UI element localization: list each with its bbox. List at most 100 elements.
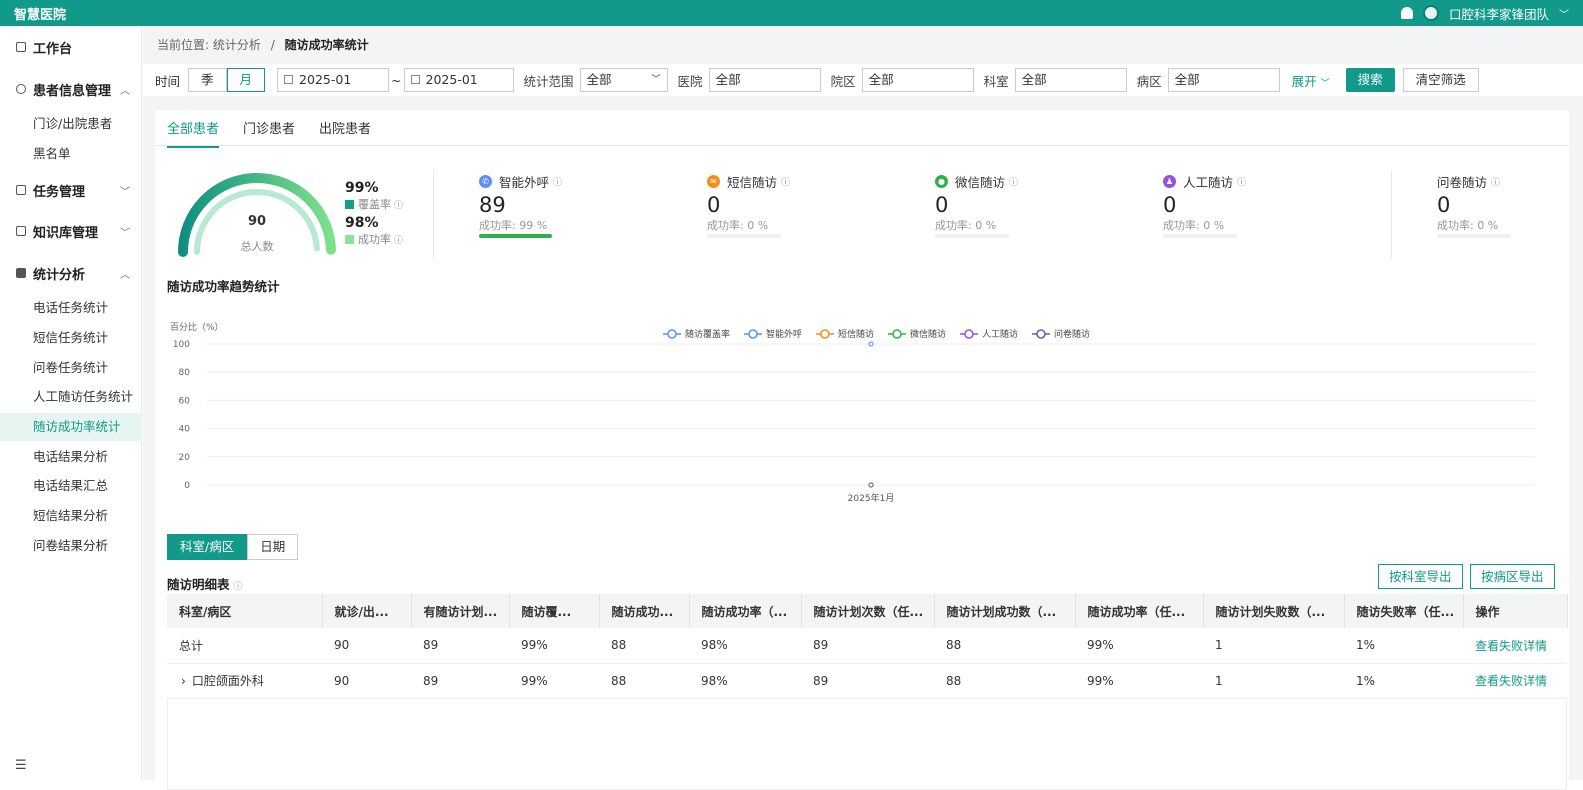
sidebar-item-sms-analysis[interactable]: 短信结果分析 xyxy=(0,502,142,530)
menu-collapse-icon[interactable]: ☰ xyxy=(15,758,27,773)
table-cell: 99% xyxy=(1075,628,1203,664)
legend-marker xyxy=(667,329,677,339)
view-failure-link[interactable]: 查看失败详情 xyxy=(1463,663,1567,699)
y-tick-label: 40 xyxy=(179,425,191,435)
sidebar-item-call-task[interactable]: 电话任务统计 xyxy=(0,294,142,322)
legend-label: 微信随访 xyxy=(910,328,946,340)
help-icon[interactable]: ⓘ xyxy=(553,175,562,188)
breadcrumb-current: 随访成功率统计 xyxy=(284,38,369,52)
date-from-input[interactable]: 2025-01 xyxy=(277,68,390,92)
expand-label: 展开 xyxy=(1291,73,1317,89)
chevron-down-icon[interactable]: ﹀ xyxy=(1559,6,1569,21)
campus-select[interactable]: 全部 xyxy=(861,68,974,92)
bell-icon[interactable] xyxy=(1400,7,1413,19)
tab-all-patients[interactable]: 全部患者 xyxy=(167,118,220,148)
legend-marker xyxy=(820,329,830,339)
sidebar-group-patient[interactable]: 患者信息管理 ︿ xyxy=(0,78,142,100)
table-row: 总计 90 89 99% 88 98% 89 88 99% 1 1% 查看失败详… xyxy=(167,628,1567,664)
legend-marker xyxy=(964,329,974,339)
help-icon[interactable]: ⓘ xyxy=(781,175,790,188)
sidebar-item-survey-task[interactable]: 问卷任务统计 xyxy=(0,354,142,382)
column-header[interactable]: 随访覆... xyxy=(509,594,600,628)
legend-marker xyxy=(1036,329,1046,339)
help-icon[interactable]: ⓘ xyxy=(1491,175,1500,188)
sidebar-item-call-summary[interactable]: 电话结果汇总 xyxy=(0,472,142,500)
ward-select[interactable]: 全部 xyxy=(1167,68,1280,92)
view-option-date[interactable]: 日期 xyxy=(247,534,299,560)
metric-value: 89 xyxy=(479,193,506,217)
detail-view-toggle: 科室/病区 日期 xyxy=(167,534,299,560)
sidebar-group-task[interactable]: 任务管理 ﹀ xyxy=(0,179,142,201)
table-cell: 89 xyxy=(411,628,509,664)
search-button[interactable]: 搜索 xyxy=(1345,68,1395,92)
coverage-label: 覆盖率 xyxy=(358,198,391,211)
sidebar-item-sms-task[interactable]: 短信任务统计 xyxy=(0,324,142,352)
chevron-down-icon: ﹀ xyxy=(120,228,130,239)
breadcrumb-parent[interactable]: 统计分析 xyxy=(213,38,261,52)
tab-outpatient[interactable]: 门诊患者 xyxy=(243,118,295,148)
data-point xyxy=(868,482,874,488)
ward-value: 全部 xyxy=(1174,72,1200,87)
sidebar-group-knowledge[interactable]: 知识库管理 ﹀ xyxy=(0,220,142,242)
column-header: 随访成功率（任... xyxy=(1075,594,1204,628)
help-icon[interactable]: ⓘ xyxy=(1237,175,1246,188)
metric-smart-call: ✆ 智能外呼 ⓘ 89 成功率: 99 % xyxy=(479,172,562,238)
metric-name: 智能外呼 xyxy=(499,175,550,190)
sidebar-item-survey-analysis[interactable]: 问卷结果分析 xyxy=(0,532,142,560)
column-header[interactable]: 就诊/出... xyxy=(322,594,412,628)
table-header: 科室/病区 就诊/出... 有随访计划... 随访覆... 随访成功... 随访… xyxy=(167,594,1568,628)
hospital-select[interactable]: 全部 xyxy=(708,68,821,92)
sidebar-group-stats[interactable]: 统计分析 ︿ xyxy=(0,262,142,284)
trend-chart: 百分比（%） 0 20 40 60 80 100 2025年1月 随访覆盖率 智能外呼 短信随访 微信… xyxy=(170,321,1535,504)
chevron-right-icon[interactable]: › xyxy=(181,674,186,688)
tab-divider xyxy=(155,145,1569,146)
help-icon[interactable]: ⓘ xyxy=(394,198,403,211)
sidebar-item-manual-task[interactable]: 人工随访任务统计 xyxy=(0,383,142,411)
time-option-quarter[interactable]: 季 xyxy=(188,68,227,92)
dept-value: 全部 xyxy=(1021,72,1047,87)
user-name[interactable]: 口腔科李家锋团队 xyxy=(1449,4,1549,23)
tab-discharged[interactable]: 出院患者 xyxy=(319,118,371,148)
legend-label: 智能外呼 xyxy=(766,328,802,340)
export-by-dept-button[interactable]: 按科室导出 xyxy=(1378,564,1463,589)
hospital-label: 医院 xyxy=(677,73,703,89)
column-header: 随访计划次数（任... xyxy=(801,594,935,628)
sidebar-item-blacklist[interactable]: 黑名单 xyxy=(0,140,142,168)
legend-label: 随访覆盖率 xyxy=(685,328,730,340)
column-header: 科室/病区 xyxy=(167,594,323,628)
date-from-value: 2025-01 xyxy=(299,72,352,87)
metric-value: 0 xyxy=(707,193,721,217)
range-select[interactable]: 全部 ﹀ xyxy=(579,68,668,92)
table-cell: 99% xyxy=(1075,663,1203,699)
sidebar: 工作台 患者信息管理 ︿ 门诊/出院患者 黑名单 任务管理 ﹀ 知识库管理 ﹀ … xyxy=(0,26,142,780)
table-cell: 1 xyxy=(1203,663,1344,699)
filter-bar: 时间 季 月 2025-01 ~ 2025-01 统计范围 全部 ﹀ 医院 全部 … xyxy=(143,64,1583,96)
divider xyxy=(433,170,434,258)
sidebar-item-call-analysis[interactable]: 电话结果分析 xyxy=(0,443,142,471)
task-icon xyxy=(16,185,26,195)
view-option-dept[interactable]: 科室/病区 xyxy=(167,534,248,560)
view-failure-link[interactable]: 查看失败详情 xyxy=(1463,628,1567,664)
avatar[interactable] xyxy=(1422,5,1439,21)
sidebar-item-workbench[interactable]: 工作台 xyxy=(0,36,142,58)
dept-select[interactable]: 全部 xyxy=(1014,68,1127,92)
help-icon[interactable]: ⓘ xyxy=(1009,175,1018,188)
clear-filters-button[interactable]: 清空筛选 xyxy=(1402,68,1479,92)
expand-filters-button[interactable]: 展开 ﹀ xyxy=(1292,71,1330,90)
table-cell: 99% xyxy=(509,663,599,699)
export-by-ward-button[interactable]: 按病区导出 xyxy=(1470,564,1555,589)
table-cell: 89 xyxy=(801,663,934,699)
calendar-icon xyxy=(284,75,294,84)
time-option-month[interactable]: 月 xyxy=(226,68,266,92)
help-icon[interactable]: ⓘ xyxy=(234,582,243,592)
legend-label: 人工随访 xyxy=(982,328,1018,340)
person-icon: ♟ xyxy=(1163,175,1176,188)
metric-rate-bar xyxy=(707,234,781,238)
help-icon[interactable]: ⓘ xyxy=(394,233,403,246)
grid-icon xyxy=(16,268,26,278)
sidebar-item-success-rate[interactable]: 随访成功率统计 xyxy=(0,413,142,441)
total-gauge: 90 总人数 xyxy=(171,170,343,269)
sidebar-item-patients[interactable]: 门诊/出院患者 xyxy=(0,110,142,138)
table-cell: 88 xyxy=(599,628,689,664)
date-to-input[interactable]: 2025-01 xyxy=(403,68,514,92)
